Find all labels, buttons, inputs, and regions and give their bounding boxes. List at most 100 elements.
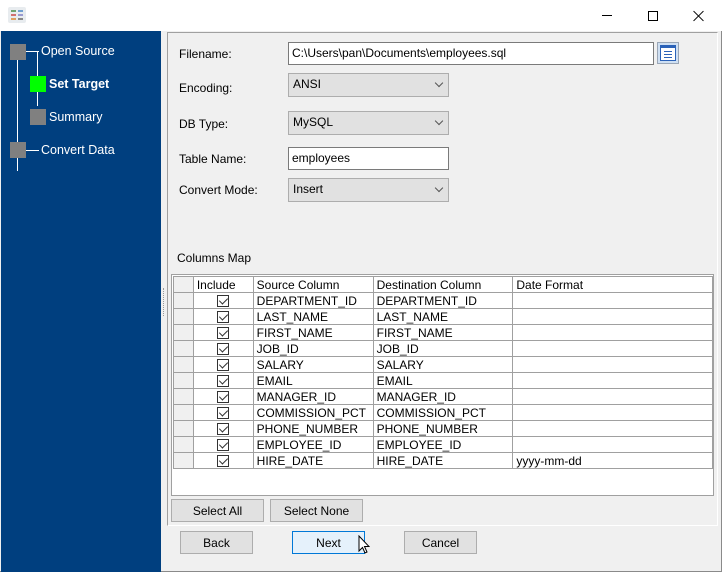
destination-column-cell[interactable]: FIRST_NAME [372, 324, 514, 341]
date-format-cell[interactable] [512, 340, 713, 357]
source-column-cell[interactable]: JOB_ID [252, 340, 374, 357]
columns-map-grid[interactable]: Include Source Column Destination Column… [171, 274, 714, 496]
convert-mode-select[interactable]: Insert [288, 178, 449, 202]
date-format-cell[interactable] [512, 388, 713, 405]
table-row[interactable]: MANAGER_ID MANAGER_ID [173, 388, 713, 405]
select-all-button[interactable]: Select All [171, 499, 264, 522]
date-format-cell[interactable] [512, 324, 713, 341]
include-cell [192, 308, 254, 325]
cancel-button[interactable]: Cancel [404, 531, 477, 554]
table-row[interactable]: JOB_ID JOB_ID [173, 340, 713, 357]
db-type-label: DB Type: [179, 117, 229, 131]
next-button[interactable]: Next [292, 531, 365, 554]
table-row[interactable]: HIRE_DATE HIRE_DATE yyyy-mm-dd [173, 452, 713, 469]
source-column-cell[interactable]: HIRE_DATE [252, 452, 374, 469]
row-header-corner [173, 276, 194, 293]
filename-input[interactable]: C:\Users\pan\Documents\employees.sql [288, 42, 654, 65]
browse-file-button[interactable] [657, 42, 679, 64]
table-name-input[interactable]: employees [288, 147, 449, 170]
destination-column-cell[interactable]: HIRE_DATE [372, 452, 514, 469]
header-include[interactable]: Include [192, 276, 254, 293]
source-column-cell[interactable]: LAST_NAME [252, 308, 374, 325]
columns-map-table: Include Source Column Destination Column… [173, 276, 713, 469]
row-header[interactable] [173, 356, 194, 373]
date-format-cell[interactable] [512, 356, 713, 373]
table-row[interactable]: COMMISSION_PCT COMMISSION_PCT [173, 404, 713, 421]
chevron-down-icon [434, 78, 444, 88]
header-date-format[interactable]: Date Format [512, 276, 713, 293]
table-row[interactable]: EMAIL EMAIL [173, 372, 713, 389]
back-button[interactable]: Back [180, 531, 253, 554]
source-column-cell[interactable]: DEPARTMENT_ID [252, 292, 374, 309]
table-row[interactable]: LAST_NAME LAST_NAME [173, 308, 713, 325]
table-name-label: Table Name: [179, 152, 247, 166]
row-header[interactable] [173, 388, 194, 405]
encoding-select[interactable]: ANSI [288, 73, 449, 97]
include-checkbox[interactable] [217, 359, 230, 372]
row-header[interactable] [173, 292, 194, 309]
mouse-cursor-icon [358, 535, 370, 554]
source-column-cell[interactable]: PHONE_NUMBER [252, 420, 374, 437]
destination-column-cell[interactable]: EMPLOYEE_ID [372, 436, 514, 453]
include-checkbox[interactable] [217, 375, 230, 388]
table-row[interactable]: EMPLOYEE_ID EMPLOYEE_ID [173, 436, 713, 453]
destination-column-cell[interactable]: EMAIL [372, 372, 514, 389]
row-header[interactable] [173, 324, 194, 341]
source-column-cell[interactable]: FIRST_NAME [252, 324, 374, 341]
step-indicator-set-target [30, 76, 46, 92]
include-checkbox[interactable] [217, 311, 230, 324]
include-checkbox[interactable] [217, 439, 230, 452]
filename-label: Filename: [179, 47, 232, 61]
browse-file-icon [660, 45, 676, 61]
tree-connector [25, 150, 39, 151]
date-format-cell[interactable]: yyyy-mm-dd [512, 452, 713, 469]
destination-column-cell[interactable]: LAST_NAME [372, 308, 514, 325]
db-type-select[interactable]: MySQL [288, 111, 449, 135]
destination-column-cell[interactable]: COMMISSION_PCT [372, 404, 514, 421]
include-checkbox[interactable] [217, 327, 230, 340]
row-header[interactable] [173, 452, 194, 469]
chevron-down-icon [434, 116, 444, 126]
splitter-handle[interactable] [163, 288, 165, 316]
destination-column-cell[interactable]: MANAGER_ID [372, 388, 514, 405]
source-column-cell[interactable]: EMAIL [252, 372, 374, 389]
table-row[interactable]: SALARY SALARY [173, 356, 713, 373]
step-indicator-summary [30, 109, 46, 125]
destination-column-cell[interactable]: SALARY [372, 356, 514, 373]
include-checkbox[interactable] [217, 455, 230, 468]
source-column-cell[interactable]: EMPLOYEE_ID [252, 436, 374, 453]
destination-column-cell[interactable]: PHONE_NUMBER [372, 420, 514, 437]
row-header[interactable] [173, 308, 194, 325]
row-header[interactable] [173, 404, 194, 421]
select-none-button[interactable]: Select None [270, 499, 363, 522]
include-checkbox[interactable] [217, 391, 230, 404]
destination-column-cell[interactable]: DEPARTMENT_ID [372, 292, 514, 309]
row-header[interactable] [173, 340, 194, 357]
date-format-cell[interactable] [512, 372, 713, 389]
source-column-cell[interactable]: MANAGER_ID [252, 388, 374, 405]
encoding-value: ANSI [293, 77, 322, 91]
row-header[interactable] [173, 436, 194, 453]
date-format-cell[interactable] [512, 420, 713, 437]
destination-column-cell[interactable]: JOB_ID [372, 340, 514, 357]
row-header[interactable] [173, 420, 194, 437]
table-row[interactable]: FIRST_NAME FIRST_NAME [173, 324, 713, 341]
date-format-cell[interactable] [512, 404, 713, 421]
date-format-cell[interactable] [512, 436, 713, 453]
close-button[interactable] [676, 0, 722, 31]
include-checkbox[interactable] [217, 423, 230, 436]
include-checkbox[interactable] [217, 343, 230, 356]
include-checkbox[interactable] [217, 407, 230, 420]
include-checkbox[interactable] [217, 295, 230, 308]
table-row[interactable]: DEPARTMENT_ID DEPARTMENT_ID [173, 292, 713, 309]
source-column-cell[interactable]: COMMISSION_PCT [252, 404, 374, 421]
maximize-button[interactable] [630, 0, 676, 31]
source-column-cell[interactable]: SALARY [252, 356, 374, 373]
table-row[interactable]: PHONE_NUMBER PHONE_NUMBER [173, 420, 713, 437]
header-destination-column[interactable]: Destination Column [372, 276, 514, 293]
header-source-column[interactable]: Source Column [252, 276, 374, 293]
minimize-button[interactable] [584, 0, 630, 31]
date-format-cell[interactable] [512, 292, 713, 309]
date-format-cell[interactable] [512, 308, 713, 325]
row-header[interactable] [173, 372, 194, 389]
